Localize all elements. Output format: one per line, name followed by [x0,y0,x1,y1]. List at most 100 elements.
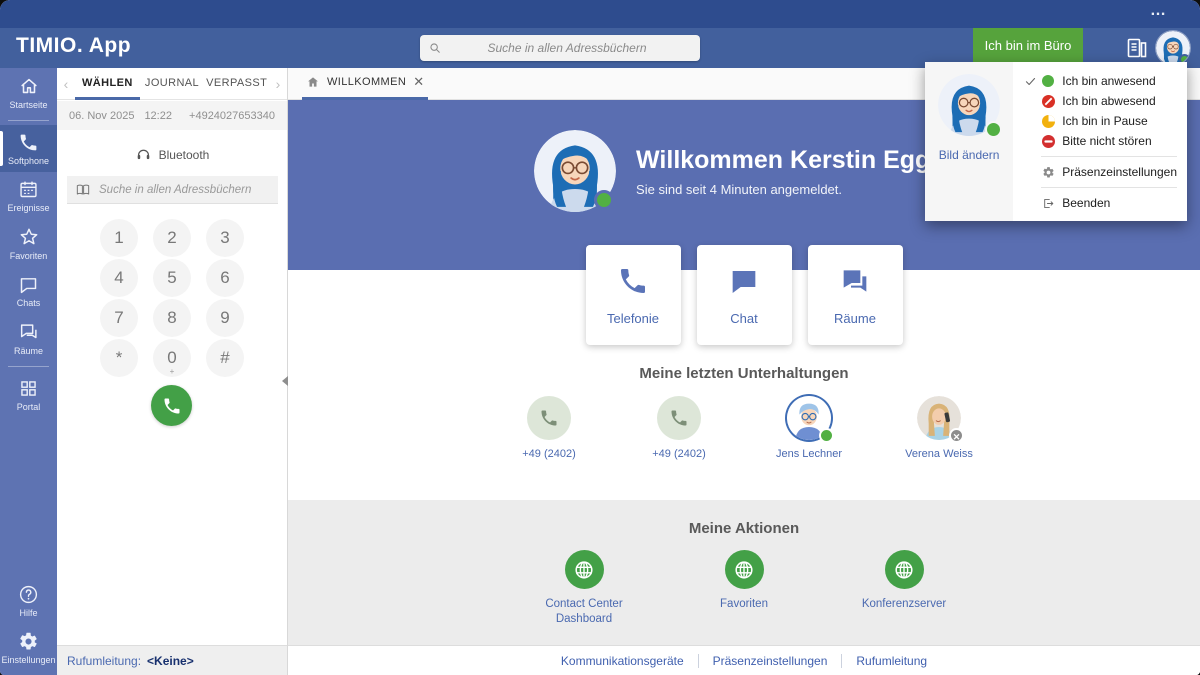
menu-item-label: Beenden [1062,196,1110,210]
tabs-prev-icon[interactable]: ‹ [57,76,75,92]
phone-icon [669,408,689,428]
action-konferenzserver[interactable]: Konferenzserver [848,550,960,612]
action-contact-center-dashboard[interactable]: Contact Center Dashboard [528,550,640,627]
menu-divider [1041,156,1177,157]
card-telefonie[interactable]: Telefonie [586,245,681,345]
recent-item-verena-weiss[interactable]: ✕ Verena Weiss [896,396,982,460]
sidebar-item-chats[interactable]: Chats [0,267,57,314]
online-status-dot [985,121,1002,138]
presence-status-button[interactable]: Ich bin im Büro [973,28,1083,62]
action-favoriten[interactable]: Favoriten [688,550,800,612]
app-window: … TIMIO. App Ich bin im Büro Startseite … [0,0,1200,675]
menu-item-label: Präsenzeinstellungen [1062,165,1177,179]
away-status-icon [1041,94,1055,108]
calendar-icon [18,179,39,200]
recent-conversations: Meine letzten Unterhaltungen +49 (2402) … [288,365,1200,460]
keypad-plus-hint: + [153,367,191,376]
phone-icon [617,265,649,297]
user-avatar[interactable] [1156,31,1190,65]
menu-item-praesenzeinstellungen[interactable]: Präsenzeinstellungen [1019,162,1177,182]
keypad-key-star[interactable]: * [100,339,138,377]
headset-icon [135,146,152,163]
keypad-key-5[interactable]: 5 [153,259,191,297]
global-search[interactable] [420,35,700,61]
menu-item-pause[interactable]: Ich bin in Pause [1019,111,1177,131]
sidebar-item-label: Portal [17,402,41,412]
card-chat[interactable]: Chat [697,245,792,345]
sidebar-item-label: Startseite [9,100,47,110]
globe-icon [573,559,595,581]
audio-device-label: Bluetooth [159,148,210,162]
menu-item-label: Ich bin in Pause [1062,114,1147,128]
sidebar-item-startseite[interactable]: Startseite [0,68,57,116]
presence-dropdown-menu: Bild ändern Ich bin anwesend Ich bin abw… [925,62,1187,221]
journal-icon[interactable] [1125,36,1151,60]
keypad-key-3[interactable]: 3 [206,219,244,257]
tab-close-icon[interactable]: ✕ [413,74,424,90]
global-search-input[interactable] [442,41,692,55]
tab-verpasst[interactable]: VERPASST [204,68,269,100]
menu-item-abwesend[interactable]: Ich bin abwesend [1019,91,1177,111]
action-label: Konferenzserver [862,597,946,612]
menu-item-nicht-stoeren[interactable]: Bitte nicht stören [1019,131,1177,151]
recent-item-call-1[interactable]: +49 (2402) [506,396,592,460]
recent-item-jens-lechner[interactable]: Jens Lechner [766,396,852,460]
welcome-subtitle: Sie sind seit 4 Minuten angemeldet. [636,182,954,197]
addressbook-search[interactable] [67,176,278,204]
footer-link-rufumleitung[interactable]: Rufumleitung [856,654,927,668]
last-call-entry[interactable]: 06. Nov 2025 12:22 +4924027653340 [57,101,287,130]
presence-menu-avatar-pane: Bild ändern [925,62,1013,221]
last-call-time: 12:22 [144,110,172,122]
home-icon [18,75,40,97]
recent-item-call-2[interactable]: +49 (2402) [636,396,722,460]
keypad-key-6[interactable]: 6 [206,259,244,297]
sidebar-item-hilfe[interactable]: Hilfe [0,577,57,624]
keypad-key-hash[interactable]: # [206,339,244,377]
addressbook-search-input[interactable] [99,184,270,196]
rooms-icon [839,265,871,297]
keypad-key-2[interactable]: 2 [153,219,191,257]
sidebar: Startseite Softphone Ereignisse Favorite… [0,68,57,675]
change-image-link[interactable]: Bild ändern [939,148,1000,162]
menu-item-beenden[interactable]: Beenden [1019,193,1177,213]
sidebar-item-raeume[interactable]: Räume [0,314,57,362]
keypad-key-7[interactable]: 7 [100,299,138,337]
rooms-icon [18,321,40,343]
tabs-next-icon[interactable]: › [269,76,287,92]
keypad-key-0[interactable]: 0+ [153,339,191,377]
presence-menu-items: Ich bin anwesend Ich bin abwesend Ich bi… [1013,62,1187,221]
online-status-dot [819,428,834,443]
dialer-panel: ‹ WÄHLEN JOURNAL VERPASST › 06. Nov 2025… [57,68,288,675]
card-raeume[interactable]: Räume [808,245,903,345]
footer-link-kommunikationsgeraete[interactable]: Kommunikationsgeräte [561,654,684,668]
keypad-key-9[interactable]: 9 [206,299,244,337]
sidebar-item-label: Hilfe [19,608,37,618]
sidebar-item-label: Ereignisse [7,203,49,213]
audio-device-selector[interactable]: Bluetooth [57,146,287,163]
action-label: Contact Center Dashboard [528,597,640,627]
sidebar-item-softphone[interactable]: Softphone [0,125,57,172]
sidebar-item-einstellungen[interactable]: Einstellungen [0,624,57,675]
grid-icon [18,378,39,399]
call-button[interactable] [151,385,192,426]
keypad-key-4[interactable]: 4 [100,259,138,297]
actions-title: Meine Aktionen [288,520,1200,537]
sidebar-item-portal[interactable]: Portal [0,371,57,418]
call-forwarding-bar[interactable]: Rufumleitung: <Keine> [57,645,287,675]
menu-item-anwesend[interactable]: Ich bin anwesend [1019,71,1177,91]
sidebar-item-favoriten[interactable]: Favoriten [0,219,57,267]
tab-waehlen[interactable]: WÄHLEN [75,68,140,100]
tab-journal[interactable]: JOURNAL [140,68,205,100]
forwarding-label: Rufumleitung: [67,654,141,668]
footer-link-praesenzeinstellungen[interactable]: Präsenzeinstellungen [713,654,828,668]
phone-icon [539,408,559,428]
more-options-icon[interactable]: … [1150,2,1168,20]
search-icon [428,41,442,55]
sidebar-item-ereignisse[interactable]: Ereignisse [0,172,57,219]
dial-keypad: 1 2 3 4 5 6 7 8 9 * 0+ # [100,219,245,377]
sidebar-item-label: Einstellungen [1,655,55,665]
keypad-key-1[interactable]: 1 [100,219,138,257]
home-icon [306,75,320,89]
keypad-key-8[interactable]: 8 [153,299,191,337]
tab-willkommen[interactable]: WILLKOMMEN ✕ [302,68,428,100]
